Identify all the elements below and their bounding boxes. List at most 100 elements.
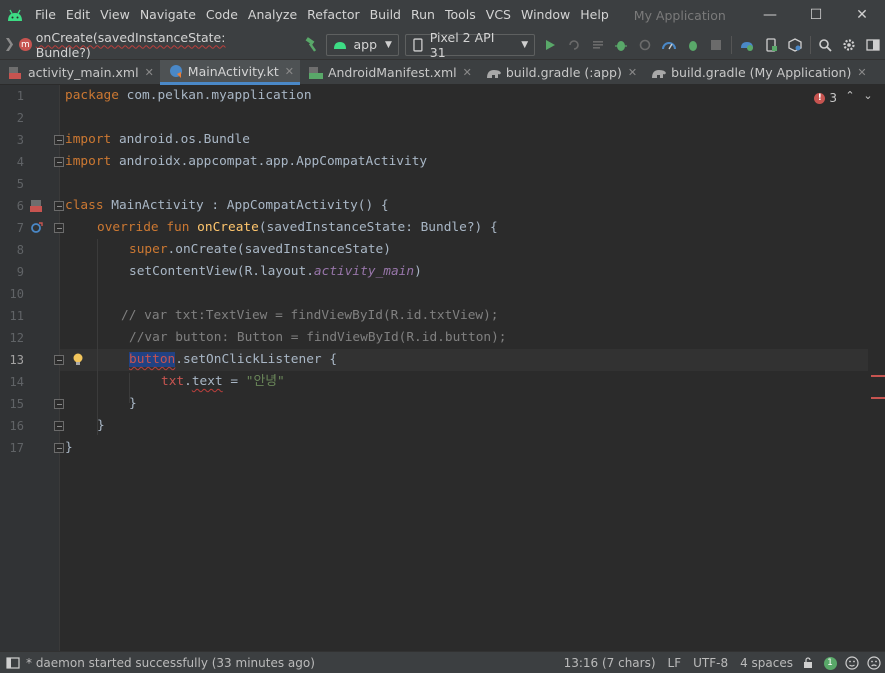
feedback-icon[interactable] bbox=[867, 656, 881, 670]
breadcrumb-separator-icon: ❯ bbox=[4, 37, 15, 52]
minimize-button[interactable]: — bbox=[747, 0, 793, 30]
editor-tab-bar: activity_main.xml ✕ MainActivity.kt ✕ Androi… bbox=[0, 60, 885, 85]
tab-activity-main-xml[interactable]: activity_main.xml ✕ bbox=[0, 60, 160, 85]
method-icon: m bbox=[18, 38, 32, 51]
fold-marker-icon[interactable] bbox=[54, 157, 64, 167]
lock-icon[interactable] bbox=[801, 656, 815, 670]
error-stripe[interactable] bbox=[869, 85, 885, 651]
close-button[interactable]: ✕ bbox=[839, 0, 885, 30]
profile-icon[interactable] bbox=[657, 33, 681, 57]
android-studio-icon[interactable] bbox=[0, 0, 30, 30]
gear-icon[interactable] bbox=[837, 33, 861, 57]
fold-marker-icon[interactable] bbox=[54, 135, 64, 145]
close-tab-icon[interactable]: ✕ bbox=[857, 66, 866, 79]
tab-mainactivity-kt[interactable]: MainActivity.kt ✕ bbox=[159, 60, 300, 85]
debug-icon[interactable] bbox=[610, 33, 634, 57]
xml-layout-icon bbox=[8, 66, 24, 80]
menu-bar: File Edit View Navigate Code Analyze Refactor B… bbox=[30, 0, 614, 30]
line-number: 16 bbox=[9, 419, 24, 433]
previous-problem-icon[interactable]: ⌃ bbox=[841, 89, 859, 102]
menu-code[interactable]: Code bbox=[201, 0, 243, 30]
close-tab-icon[interactable]: ✕ bbox=[628, 66, 637, 79]
menu-navigate[interactable]: Navigate bbox=[135, 0, 201, 30]
run-icon[interactable] bbox=[538, 33, 562, 57]
tab-build-gradle-app[interactable]: build.gradle (:app) ✕ bbox=[478, 60, 643, 85]
device-manager-icon[interactable] bbox=[759, 33, 783, 57]
code-line-13: button.setOnClickListener { bbox=[129, 352, 338, 367]
line-number: 15 bbox=[9, 397, 24, 411]
code-editor[interactable]: 1 2 3 4 5 6 7 8 9 10 11 12 13 14 15 16 17 package com.pe… bbox=[0, 85, 885, 651]
tab-label: AndroidManifest.xml bbox=[327, 65, 457, 80]
hammer-build-icon[interactable] bbox=[300, 33, 324, 57]
menu-tools[interactable]: Tools bbox=[440, 0, 481, 30]
fold-marker-icon[interactable] bbox=[54, 355, 64, 365]
menu-run[interactable]: Run bbox=[406, 0, 440, 30]
menu-analyze[interactable]: Analyze bbox=[243, 0, 302, 30]
chevron-down-icon: ▼ bbox=[521, 39, 529, 50]
code-line-14: txt.text = "안녕" bbox=[161, 374, 285, 389]
debug-attach-icon[interactable] bbox=[681, 33, 705, 57]
maximize-button[interactable]: ☐ bbox=[793, 0, 839, 30]
menu-window[interactable]: Window bbox=[516, 0, 575, 30]
code-line-16: } bbox=[97, 418, 105, 433]
line-number: 10 bbox=[9, 287, 24, 301]
menu-view[interactable]: View bbox=[95, 0, 135, 30]
menu-help[interactable]: Help bbox=[575, 0, 614, 30]
error-marker[interactable] bbox=[871, 397, 885, 399]
inspection-widget[interactable]: ! 3 bbox=[814, 91, 837, 105]
android-icon bbox=[334, 42, 347, 49]
close-tab-icon[interactable]: ✕ bbox=[463, 66, 472, 79]
close-tab-icon[interactable]: ✕ bbox=[285, 65, 294, 78]
fold-marker-icon[interactable] bbox=[54, 201, 64, 211]
line-number: 3 bbox=[16, 133, 24, 147]
stop-icon[interactable] bbox=[705, 33, 729, 57]
menu-build[interactable]: Build bbox=[365, 0, 406, 30]
notification-badge[interactable]: 1 bbox=[823, 656, 837, 670]
file-encoding[interactable]: UTF-8 bbox=[693, 656, 728, 670]
lightbulb-icon[interactable] bbox=[70, 352, 86, 368]
close-tab-icon[interactable]: ✕ bbox=[145, 66, 154, 79]
status-message[interactable]: * daemon started successfully (33 minute… bbox=[26, 656, 315, 670]
attach-debugger-icon[interactable] bbox=[633, 33, 657, 57]
fold-marker-icon[interactable] bbox=[54, 421, 64, 431]
search-icon[interactable] bbox=[814, 33, 838, 57]
device-select[interactable]: Pixel 2 API 31 ▼ bbox=[404, 30, 536, 60]
code-line-12: //var button: Button = findViewById(R.id… bbox=[129, 330, 507, 345]
tab-label: activity_main.xml bbox=[28, 65, 139, 80]
error-marker[interactable] bbox=[871, 375, 885, 377]
sdk-manager-icon[interactable] bbox=[783, 33, 807, 57]
line-number: 7 bbox=[16, 221, 24, 235]
apply-changes-icon[interactable] bbox=[562, 33, 586, 57]
fold-marker-icon[interactable] bbox=[54, 399, 64, 409]
menu-refactor[interactable]: Refactor bbox=[302, 0, 364, 30]
breadcrumb[interactable]: ❯ m onCreate(savedInstanceState: Bundle?… bbox=[0, 30, 282, 60]
menu-edit[interactable]: Edit bbox=[61, 0, 95, 30]
caret-position[interactable]: 13:16 (7 chars) bbox=[564, 656, 656, 670]
fold-marker-icon[interactable] bbox=[54, 223, 64, 233]
tool-windows-icon[interactable] bbox=[6, 656, 20, 669]
error-count: 3 bbox=[829, 91, 837, 105]
sync-gradle-icon[interactable] bbox=[735, 33, 759, 57]
smiley-icon[interactable] bbox=[845, 656, 859, 670]
toolbar-divider bbox=[731, 35, 733, 54]
tab-androidmanifest-xml[interactable]: AndroidManifest.xml ✕ bbox=[300, 60, 478, 85]
override-method-icon[interactable] bbox=[28, 220, 44, 236]
menu-file[interactable]: File bbox=[30, 0, 61, 30]
code-line-3: import android.os.Bundle bbox=[65, 132, 250, 147]
code-line-7: override fun onCreate(savedInstanceState… bbox=[97, 220, 498, 235]
tab-label: MainActivity.kt bbox=[187, 63, 279, 79]
fold-marker-icon[interactable] bbox=[54, 443, 64, 453]
code-line-15: } bbox=[129, 396, 137, 411]
run-config-select[interactable]: app ▼ bbox=[326, 33, 399, 56]
device-label: Pixel 2 API 31 bbox=[429, 29, 495, 60]
layout-toggle-icon[interactable] bbox=[861, 33, 885, 57]
tab-build-gradle-my-application[interactable]: build.gradle (My Application) ✕ bbox=[643, 60, 873, 85]
gradle-icon bbox=[486, 66, 502, 80]
layout-resource-icon[interactable] bbox=[28, 198, 44, 214]
indent-setting[interactable]: 4 spaces bbox=[740, 656, 793, 670]
apply-code-changes-icon[interactable] bbox=[586, 33, 610, 57]
menu-vcs[interactable]: VCS bbox=[481, 0, 516, 30]
breadcrumb-label[interactable]: onCreate(savedInstanceState: Bundle?) bbox=[36, 30, 282, 60]
line-separator[interactable]: LF bbox=[668, 656, 682, 670]
code-line-4: import androidx.appcompat.app.AppCompatA… bbox=[65, 154, 428, 169]
